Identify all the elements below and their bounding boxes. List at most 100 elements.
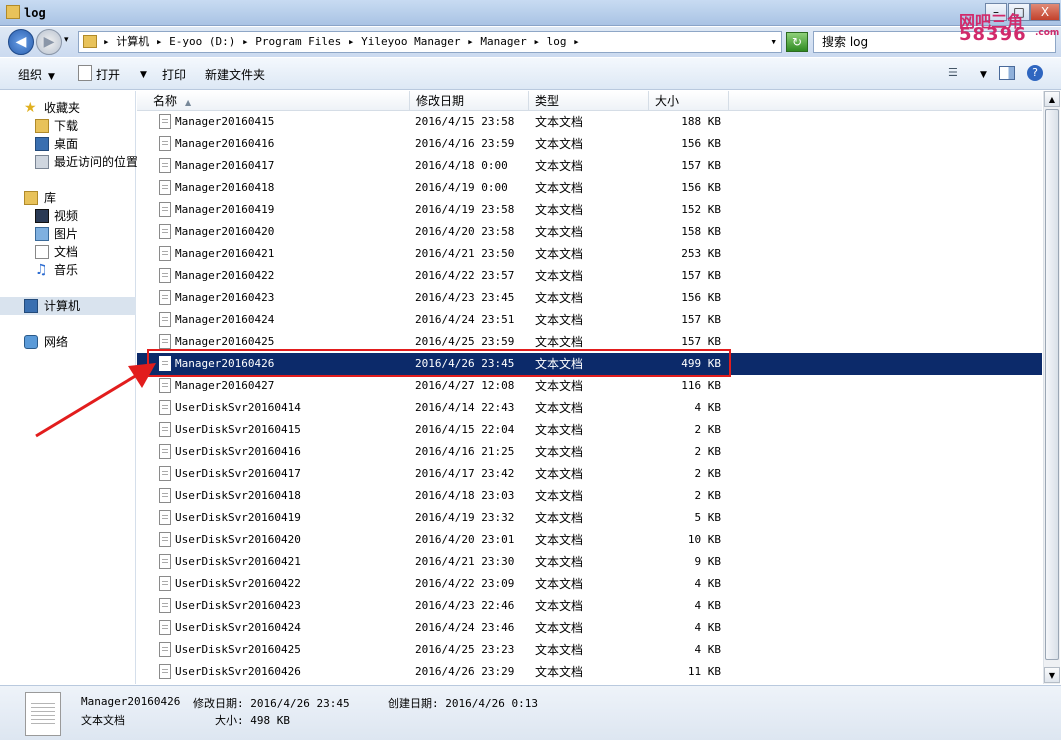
back-arrow-icon: ◀ [15,34,27,50]
table-row[interactable]: Manager20160419 2016/4/19 23:58 文本文档 152 KB [137,199,1042,221]
table-row[interactable]: UserDiskSvr20160420 2016/4/20 23:01 文本文档 10… [137,529,1042,551]
detail-filename: Manager20160426 [81,695,181,708]
column-type[interactable]: 类型 [529,91,649,111]
print-button[interactable]: 打印 [162,66,186,83]
file-type: 文本文档 [535,423,584,437]
file-date: 2016/4/24 23:46 [415,621,515,634]
text-file-icon [159,642,171,657]
sidebar-item-favorites[interactable]: ★ 收藏夹 [0,99,136,117]
organize-menu[interactable]: 组织 ▼ [18,66,55,83]
refresh-button[interactable]: ↻ [786,32,808,52]
table-row[interactable]: UserDiskSvr20160418 2016/4/18 23:03 文本文档 2 … [137,485,1042,507]
file-name: Manager20160415 [175,115,275,128]
sidebar-item-libraries[interactable]: 库 [0,189,136,207]
table-row[interactable]: UserDiskSvr20160419 2016/4/19 23:32 文本文档 5 … [137,507,1042,529]
vertical-scrollbar[interactable]: ▲ ▼ [1043,91,1060,684]
file-size: 4 KB [694,643,722,656]
scroll-up-icon[interactable]: ▲ [1044,91,1060,107]
address-dropdown-icon[interactable]: ▾ [770,32,777,52]
file-date: 2016/4/25 23:23 [415,643,515,656]
file-date: 2016/4/18 0:00 [415,159,508,172]
file-date: 2016/4/14 22:43 [415,401,515,414]
watermark-logo: 网吧三角 58396 .com [955,4,1059,46]
file-type-icon [25,692,61,736]
text-file-icon [159,312,171,327]
sidebar-item-downloads[interactable]: 下载 [0,117,136,135]
sidebar-item-documents[interactable]: 文档 [0,243,136,261]
table-row[interactable]: Manager20160415 2016/4/15 23:58 文本文档 188 KB [137,111,1042,133]
file-type: 文本文档 [535,181,584,195]
address-input[interactable]: ▸ 计算机 ▸ E-yoo (D:) ▸ Program Files ▸ Yil… [78,31,782,53]
file-name: UserDiskSvr20160414 [175,401,301,414]
table-row[interactable]: Manager20160421 2016/4/21 23:50 文本文档 253 KB [137,243,1042,265]
sidebar-item-videos[interactable]: 视频 [0,207,136,225]
table-row[interactable]: UserDiskSvr20160416 2016/4/16 21:25 文本文档 2 … [137,441,1042,463]
detail-modified: 修改日期: 2016/4/26 23:45 [193,697,350,710]
sidebar-item-recent[interactable]: 最近访问的位置 [0,153,138,171]
scroll-thumb[interactable] [1045,109,1059,660]
file-name: UserDiskSvr20160421 [175,555,301,568]
open-button[interactable]: 打开 [96,66,120,83]
new-folder-button[interactable]: 新建文件夹 [205,66,265,83]
file-size: 5 KB [694,511,722,524]
table-row[interactable]: Manager20160424 2016/4/24 23:51 文本文档 157 KB [137,309,1042,331]
breadcrumb[interactable]: ▸ 计算机 ▸ E-yoo (D:) ▸ Program Files ▸ Yil… [103,35,580,48]
forward-button[interactable]: ▶ [36,29,62,55]
text-file-icon [159,576,171,591]
help-icon[interactable]: ? [1027,65,1043,81]
history-dropdown-icon[interactable]: ▾ [64,35,69,45]
file-size: 156 KB [681,137,721,150]
text-file-icon [159,202,171,217]
file-date: 2016/4/23 23:45 [415,291,515,304]
back-button[interactable]: ◀ [8,29,34,55]
file-date: 2016/4/20 23:01 [415,533,515,546]
table-row[interactable]: Manager20160423 2016/4/23 23:45 文本文档 156 KB [137,287,1042,309]
file-type: 文本文档 [535,489,584,503]
sidebar-item-computer[interactable]: 计算机 [0,297,136,315]
file-size: 158 KB [681,225,721,238]
table-row[interactable]: UserDiskSvr20160425 2016/4/25 23:23 文本文档 4 … [137,639,1042,661]
view-options-icon[interactable]: ☰ [948,66,958,79]
file-date: 2016/4/27 12:08 [415,379,515,392]
table-row[interactable]: UserDiskSvr20160423 2016/4/23 22:46 文本文档 4 … [137,595,1042,617]
text-file-icon [159,400,171,415]
table-row[interactable]: Manager20160420 2016/4/20 23:58 文本文档 158 KB [137,221,1042,243]
preview-pane-icon[interactable] [999,66,1015,80]
sidebar-item-pictures[interactable]: 图片 [0,225,136,243]
table-row[interactable]: Manager20160427 2016/4/27 12:08 文本文档 116 KB [137,375,1042,397]
file-type: 文本文档 [535,379,584,393]
table-row[interactable]: Manager20160416 2016/4/16 23:59 文本文档 156 KB [137,133,1042,155]
text-file-icon [159,532,171,547]
sidebar-item-network[interactable]: 网络 [0,333,136,351]
table-row[interactable]: UserDiskSvr20160426 2016/4/26 23:29 文本文档 11… [137,661,1042,683]
column-name[interactable]: 名称 ▲ [147,91,410,111]
table-row[interactable]: UserDiskSvr20160414 2016/4/14 22:43 文本文档 4 … [137,397,1042,419]
file-date: 2016/4/21 23:50 [415,247,515,260]
text-file-icon [159,290,171,305]
table-row[interactable]: Manager20160417 2016/4/18 0:00 文本文档 157 KB [137,155,1042,177]
table-row[interactable]: UserDiskSvr20160422 2016/4/22 23:09 文本文档 4 … [137,573,1042,595]
file-name: Manager20160423 [175,291,275,304]
file-type: 文本文档 [535,247,584,261]
table-row[interactable]: UserDiskSvr20160424 2016/4/24 23:46 文本文档 4 … [137,617,1042,639]
file-date: 2016/4/16 23:59 [415,137,515,150]
address-bar-area: ◀ ▶ ▾ ▸ 计算机 ▸ E-yoo (D:) ▸ Program Files… [0,27,1061,57]
file-list: 名称 ▲ 修改日期 类型 大小 Manager20160415 2016/4/15 … [137,91,1042,684]
file-name: Manager20160417 [175,159,275,172]
open-with-dropdown-icon[interactable]: ▼ [134,66,147,80]
table-row[interactable]: UserDiskSvr20160417 2016/4/17 23:42 文本文档 2 … [137,463,1042,485]
desktop-icon [35,137,49,151]
file-size: 2 KB [694,445,722,458]
table-row[interactable]: Manager20160418 2016/4/19 0:00 文本文档 156 KB [137,177,1042,199]
view-dropdown-icon[interactable]: ▼ [974,66,987,80]
text-file-icon [159,444,171,459]
sidebar-item-desktop[interactable]: 桌面 [0,135,136,153]
column-size[interactable]: 大小 [649,91,729,111]
scroll-down-icon[interactable]: ▼ [1044,667,1060,683]
command-bar: 组织 ▼ 打开 ▼ 打印 新建文件夹 ☰ ▼ ? [0,58,1061,90]
table-row[interactable]: UserDiskSvr20160421 2016/4/21 23:30 文本文档 9 … [137,551,1042,573]
column-date[interactable]: 修改日期 [410,91,529,111]
sidebar-item-music[interactable]: ♫ 音乐 [0,261,136,279]
table-row[interactable]: Manager20160422 2016/4/22 23:57 文本文档 157 KB [137,265,1042,287]
table-row[interactable]: UserDiskSvr20160415 2016/4/15 22:04 文本文档 2 … [137,419,1042,441]
